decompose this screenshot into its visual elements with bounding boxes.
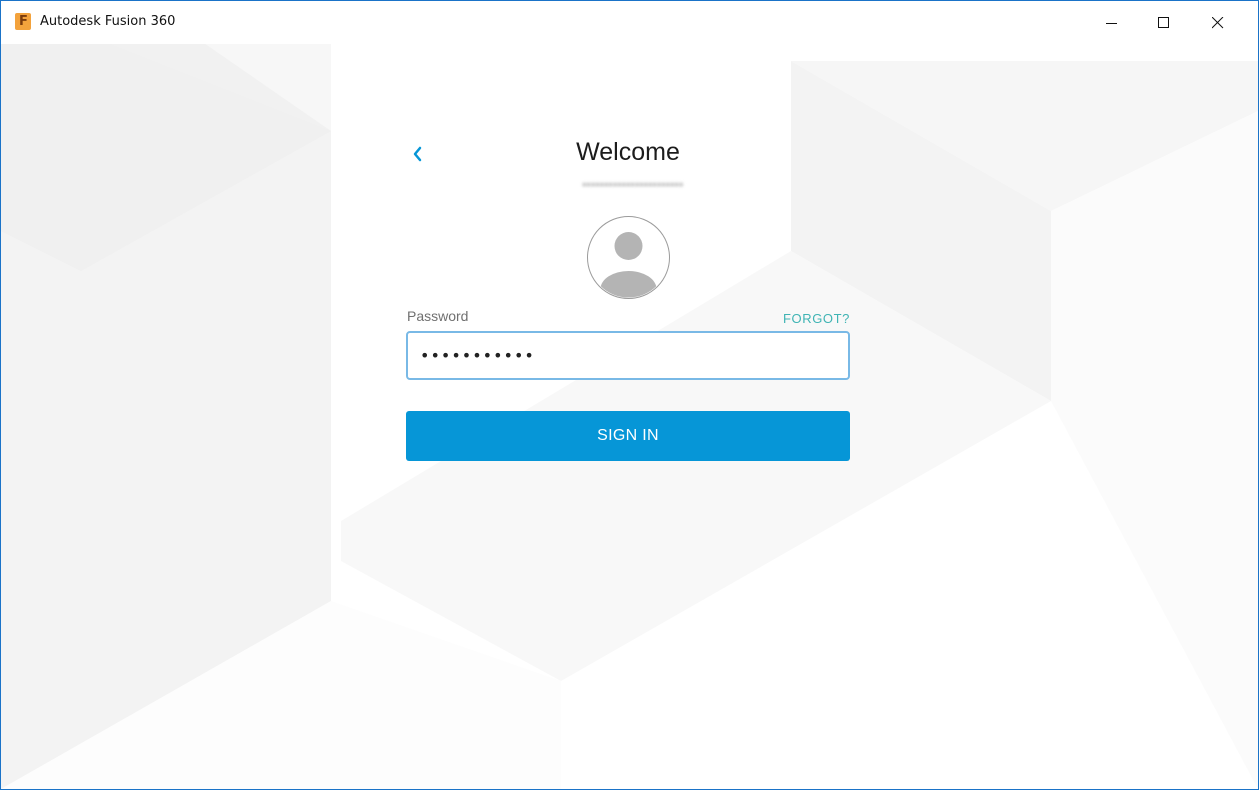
welcome-heading: Welcome [576, 138, 680, 166]
minimize-icon [1106, 23, 1117, 24]
app-icon-letter: F [19, 14, 28, 29]
close-button[interactable] [1195, 1, 1241, 44]
forgot-password-link[interactable]: FORGOT? [741, 311, 850, 326]
fusion-app-icon: F [15, 13, 31, 30]
back-button[interactable] [406, 141, 430, 167]
close-icon [1212, 17, 1224, 29]
minimize-button[interactable] [1089, 1, 1135, 44]
email-address: ▪▪▪▪▪▪▪▪▪▪▪▪▪▪▪▪▪▪▪▪▪▪▪ [582, 179, 684, 191]
window-title: Autodesk Fusion 360 [40, 14, 176, 29]
user-avatar-icon [587, 216, 670, 299]
app-window: F Autodesk Fusion 360 Welcome ▪▪▪▪▪▪▪▪▪▪… [0, 0, 1259, 790]
maximize-button[interactable] [1141, 1, 1187, 44]
chevron-left-icon [413, 146, 422, 162]
sign-in-button[interactable]: SIGN IN [406, 411, 850, 461]
password-label: Password [407, 308, 469, 324]
password-field[interactable]: ••••••••••• [406, 331, 850, 380]
background-geometry [1, 1, 1258, 789]
maximize-icon [1158, 17, 1169, 28]
title-bar: F Autodesk Fusion 360 [1, 1, 1258, 44]
